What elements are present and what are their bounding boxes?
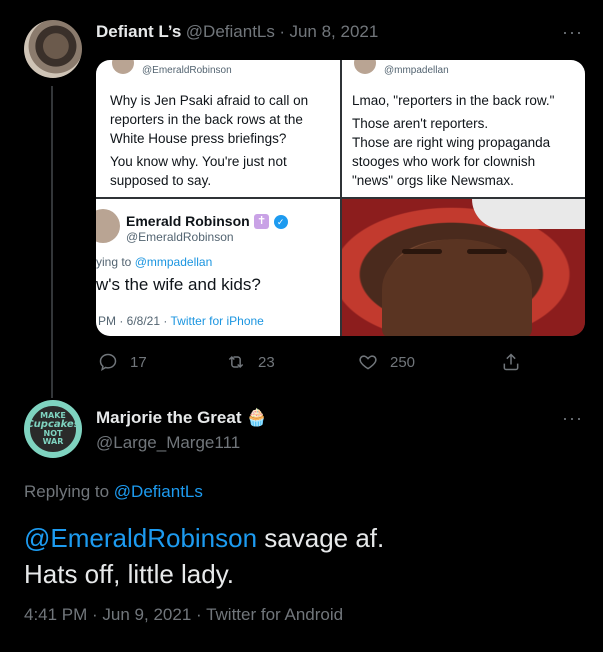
screenshot-para: Why is Jen Psaki afraid to call on repor… (110, 93, 309, 146)
replying-handle: @mmpadellan (134, 255, 213, 269)
screenshot-para: Lmao, "reporters in the back row." (352, 93, 555, 108)
tweet-header: Defiant L’s @DefiantLs · Jun 8, 2021 (96, 22, 378, 42)
tweet-date[interactable]: Jun 8, 2021 (289, 22, 378, 41)
replying-to: Replying to @DefiantLs (24, 482, 203, 502)
retweet-button[interactable]: 23 (226, 352, 275, 372)
avatar[interactable]: MAKE Cupcakes NOT WAR (24, 400, 82, 458)
mini-avatar (354, 60, 376, 74)
verified-icon: ✓ (273, 214, 288, 229)
replying-label: Replying to (24, 482, 110, 501)
cupcake-badge-logo: MAKE Cupcakes NOT WAR (26, 404, 80, 454)
badge-text: WAR (42, 437, 64, 446)
mini-handle: @EmeraldRobinson (126, 230, 234, 244)
share-button[interactable] (501, 352, 521, 372)
screenshot-replying: ying to @mmpadellan (96, 255, 212, 269)
like-button[interactable]: 250 (358, 352, 415, 372)
media-image-4-photo[interactable] (342, 199, 585, 336)
mini-avatar (112, 60, 134, 74)
headband (472, 199, 585, 229)
tweet-text-line1: savage af. (257, 523, 385, 553)
reply-button[interactable]: 17 (98, 352, 147, 372)
display-name[interactable]: Defiant L’s (96, 22, 181, 41)
handle[interactable]: @DefiantLs (186, 22, 275, 41)
tweet-timestamp[interactable]: 4:41 PM · Jun 9, 2021 · Twitter for Andr… (24, 605, 343, 625)
screenshot-text: Why is Jen Psaki afraid to call on repor… (110, 91, 332, 194)
mini-handle: @EmeraldRobinson (142, 65, 232, 76)
screenshot-text: Lmao, "reporters in the back row." Those… (352, 91, 578, 194)
share-icon (503, 353, 519, 371)
closed-eye (467, 249, 507, 254)
thread-line (51, 86, 53, 398)
media-image-1[interactable]: @EmeraldRobinson Why is Jen Psaki afraid… (96, 60, 340, 197)
reply-author: Marjorie the Great 🧁 (96, 408, 267, 428)
heart-icon (359, 355, 377, 370)
closed-eye (402, 249, 442, 254)
screenshot-author: Emerald Robinson ✝ ✓ (126, 213, 288, 231)
retweet-count: 23 (258, 353, 275, 371)
screenshot-para: Those aren't reporters. (352, 116, 489, 131)
more-options-icon[interactable]: ··· (562, 22, 583, 43)
mini-avatar (96, 209, 120, 243)
media-image-3[interactable]: Emerald Robinson ✝ ✓ @EmeraldRobinson yi… (96, 199, 340, 336)
screenshot-para: You know why. You're just not supposed t… (110, 154, 287, 188)
replying-prefix: ying to (96, 255, 132, 269)
screenshot-time: PM · 6/8/21 · (98, 314, 168, 328)
mini-handle: @mmpadellan (384, 65, 449, 76)
screenshot-meta: PM · 6/8/21 · Twitter for iPhone (98, 314, 264, 328)
like-count: 250 (390, 353, 416, 371)
avatar[interactable] (24, 20, 82, 78)
tweet-text: @EmeraldRobinson savage af. Hats off, li… (24, 520, 384, 592)
screenshot-tweet-text: w's the wife and kids? (96, 275, 261, 294)
screenshot-source: Twitter for iPhone (170, 314, 264, 328)
separator-dot: · (279, 22, 285, 41)
more-options-icon[interactable]: ··· (562, 408, 583, 429)
cupcake-emoji-icon: 🧁 (245, 408, 268, 427)
screenshot-para: Those are right wing propaganda stooges … (352, 135, 551, 188)
replying-handle-link[interactable]: @DefiantLs (114, 482, 203, 501)
mention-link[interactable]: @EmeraldRobinson (24, 523, 257, 553)
handle[interactable]: @Large_Marge111 (96, 433, 240, 453)
reply-icon (99, 353, 117, 372)
media-grid[interactable]: @EmeraldRobinson Why is Jen Psaki afraid… (96, 60, 585, 336)
reply-count: 17 (130, 353, 147, 371)
retweet-icon (228, 355, 244, 369)
tweet-text-line2: Hats off, little lady. (24, 559, 235, 589)
cross-icon: ✝ (254, 214, 270, 230)
media-image-2[interactable]: @mmpadellan Lmao, "reporters in the back… (342, 60, 585, 197)
display-name[interactable]: Marjorie the Great (96, 408, 242, 427)
screenshot-name: Emerald Robinson (126, 213, 250, 229)
